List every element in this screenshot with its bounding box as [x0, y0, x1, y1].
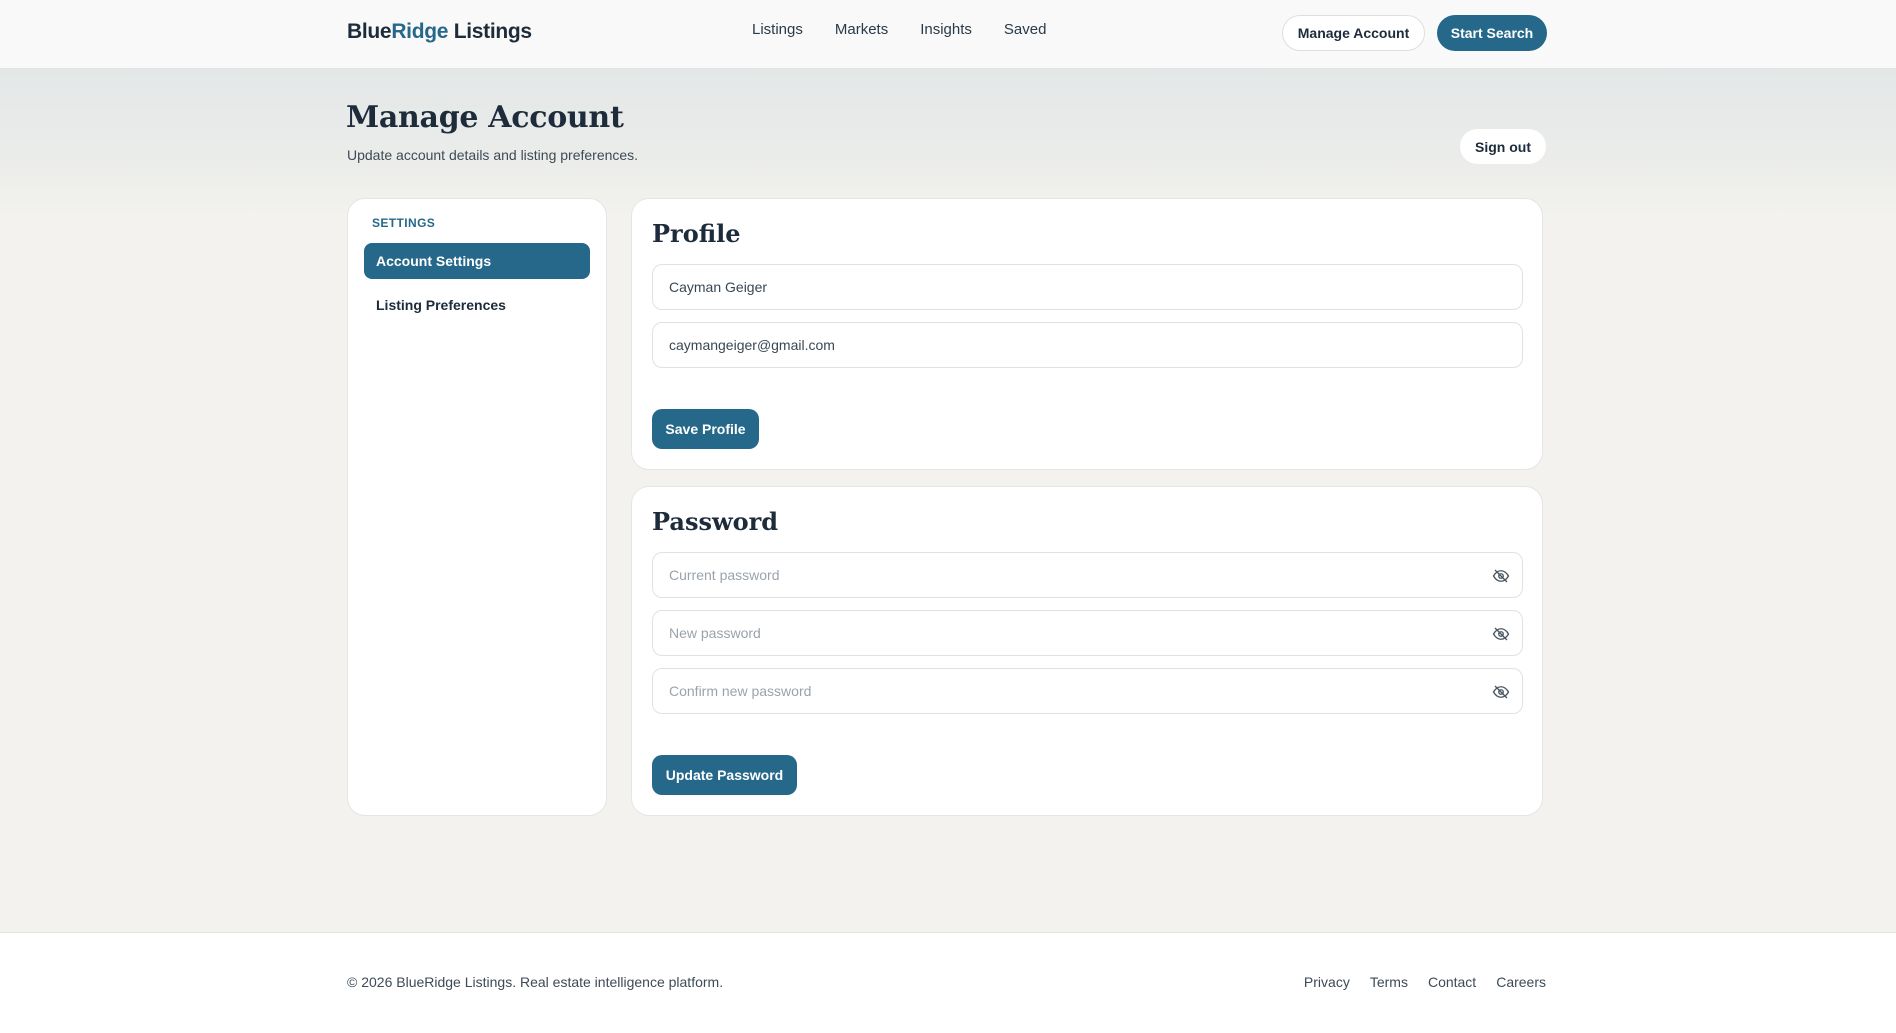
- logo-text-ridge: Ridge: [391, 20, 449, 43]
- main-nav: Listings Markets Insights Saved: [752, 21, 1078, 38]
- footer-link-careers[interactable]: Careers: [1496, 974, 1546, 990]
- sidebar-heading: SETTINGS: [372, 216, 436, 230]
- confirm-password-field[interactable]: Confirm new password: [652, 668, 1523, 714]
- current-password-field[interactable]: Current password: [652, 552, 1523, 598]
- password-card: Password Current password New password C…: [631, 486, 1543, 816]
- sidebar-item-listing-preferences[interactable]: Listing Preferences: [364, 287, 590, 323]
- page-title: Manage Account: [346, 100, 624, 135]
- sign-out-button[interactable]: Sign out: [1460, 129, 1546, 164]
- name-field[interactable]: Cayman Geiger: [652, 264, 1523, 310]
- footer-links: Privacy Terms Contact Careers: [1284, 974, 1546, 990]
- nav-link-insights[interactable]: Insights: [920, 21, 972, 38]
- sidebar-item-label: Listing Preferences: [376, 297, 506, 313]
- eye-slash-icon[interactable]: [1492, 683, 1510, 701]
- logo-text-listings: Listings: [448, 20, 532, 43]
- profile-card: Profile Cayman Geiger caymangeiger@gmail…: [631, 198, 1543, 470]
- email-field[interactable]: caymangeiger@gmail.com: [652, 322, 1523, 368]
- start-search-button[interactable]: Start Search: [1437, 15, 1547, 51]
- footer-link-terms[interactable]: Terms: [1370, 974, 1408, 990]
- new-password-field[interactable]: New password: [652, 610, 1523, 656]
- eye-slash-icon[interactable]: [1492, 567, 1510, 585]
- footer-link-privacy[interactable]: Privacy: [1304, 974, 1350, 990]
- update-password-button[interactable]: Update Password: [652, 755, 797, 795]
- sidebar-item-label: Account Settings: [376, 253, 492, 269]
- top-header: BlueRidge Listings Listings Markets Insi…: [0, 0, 1896, 69]
- save-profile-button[interactable]: Save Profile: [652, 409, 759, 449]
- nav-link-listings[interactable]: Listings: [752, 21, 803, 38]
- site-footer: © 2026 BlueRidge Listings. Real estate i…: [0, 932, 1896, 1033]
- brand-logo[interactable]: BlueRidge Listings: [347, 20, 532, 44]
- password-title: Password: [652, 507, 779, 536]
- current-password-placeholder: Current password: [669, 567, 780, 583]
- eye-slash-icon[interactable]: [1492, 625, 1510, 643]
- nav-link-saved[interactable]: Saved: [1004, 21, 1047, 38]
- nav-link-markets[interactable]: Markets: [835, 21, 888, 38]
- page-subtitle: Update account details and listing prefe…: [347, 147, 639, 163]
- logo-text-blue: Blue: [347, 20, 392, 43]
- sidebar-item-account-settings[interactable]: Account Settings: [364, 243, 590, 279]
- profile-title: Profile: [652, 219, 741, 248]
- manage-account-button[interactable]: Manage Account: [1282, 15, 1425, 51]
- settings-sidebar: SETTINGS Account Settings Listing Prefer…: [347, 198, 607, 816]
- confirm-password-placeholder: Confirm new password: [669, 683, 812, 699]
- page-hero: [0, 69, 1896, 219]
- copyright-text: © 2026 BlueRidge Listings. Real estate i…: [347, 974, 724, 990]
- footer-link-contact[interactable]: Contact: [1428, 974, 1476, 990]
- new-password-placeholder: New password: [669, 625, 761, 641]
